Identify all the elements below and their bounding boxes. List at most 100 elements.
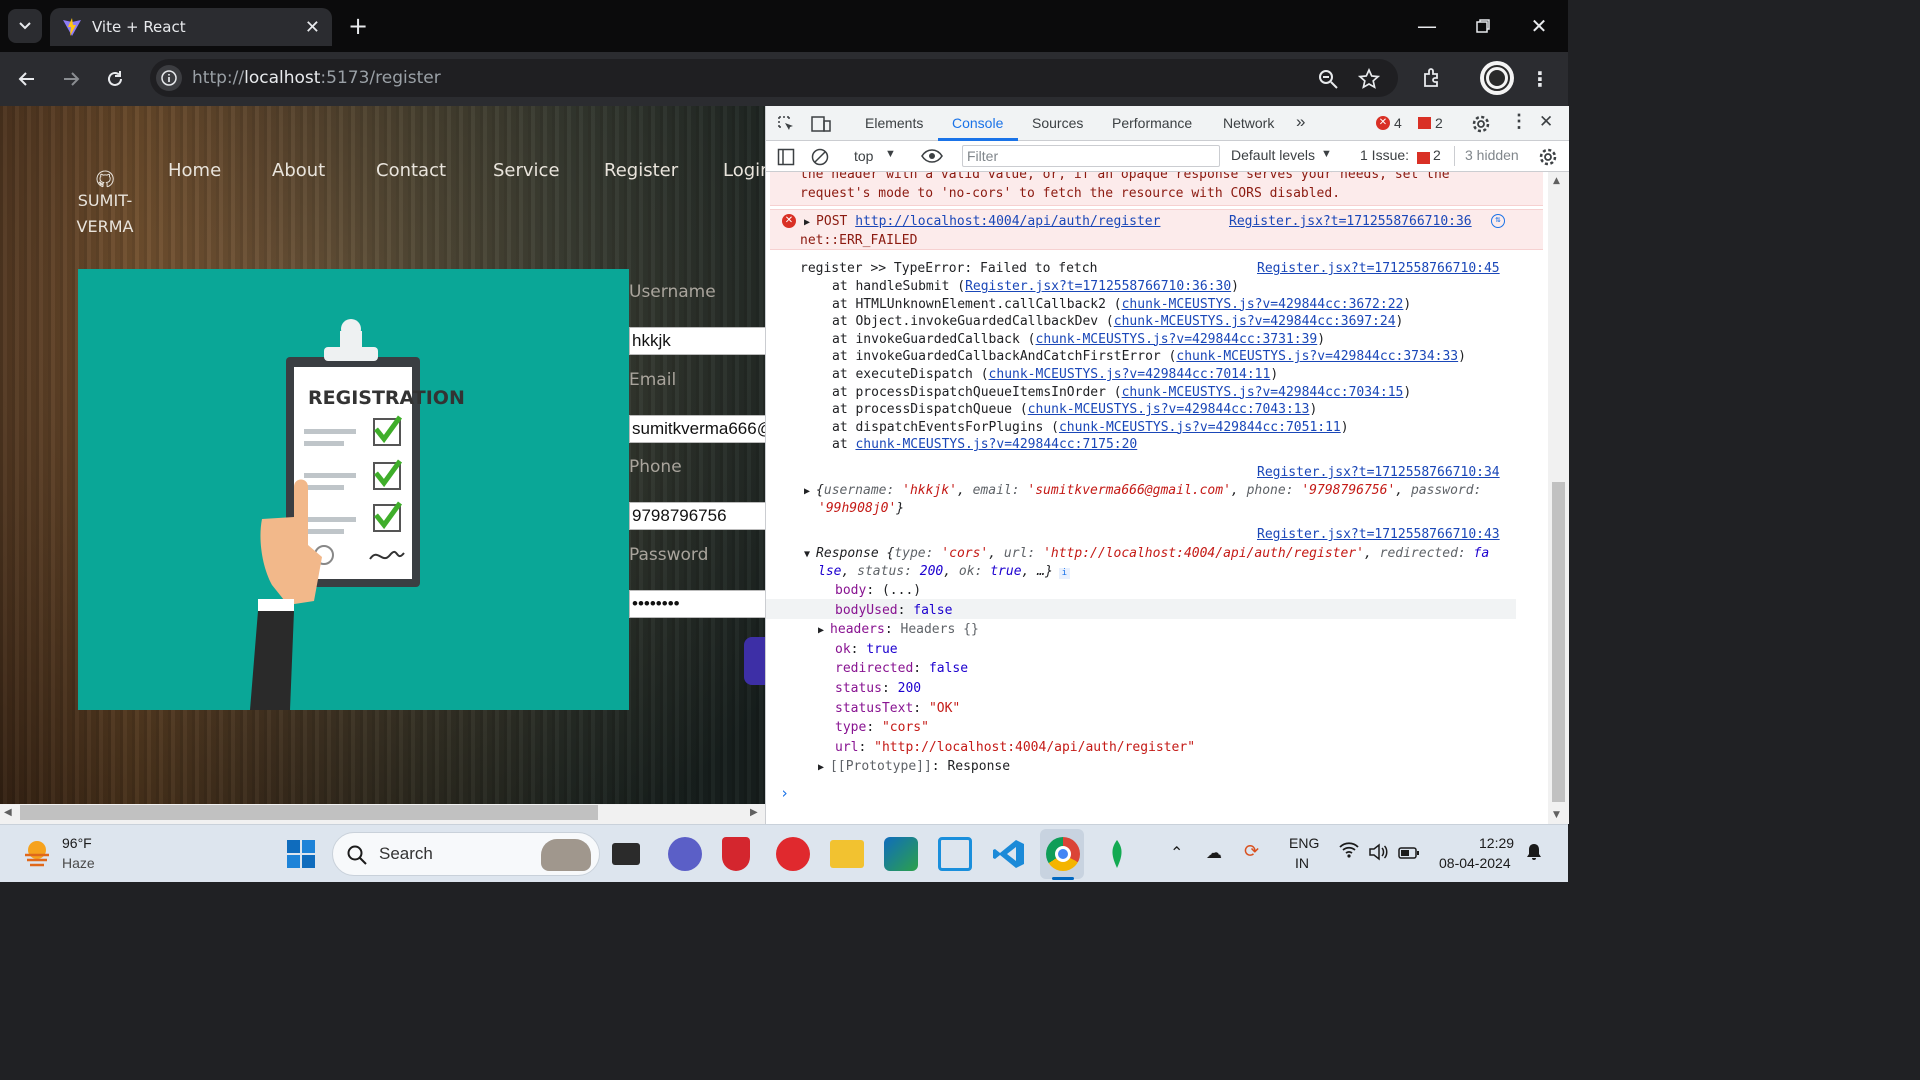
stack-frame-link[interactable]: chunk-MCEUSTYS.js?v=429844cc:3731:39 [1036, 332, 1318, 347]
response-source-link[interactable]: Register.jsx?t=1712558766710:43 [1257, 527, 1500, 542]
object-source-link[interactable]: Register.jsx?t=1712558766710:34 [1257, 465, 1500, 480]
response-summary-line-1[interactable]: ▼ Response {type: 'cors', url: 'http://l… [804, 545, 1489, 563]
tab-close-icon[interactable]: ✕ [305, 17, 320, 38]
taskbar-search-box[interactable]: Search [332, 832, 600, 876]
scroll-up-icon[interactable]: ▲ [1553, 176, 1560, 186]
expand-triangle-icon[interactable]: ▶ [818, 762, 830, 773]
profile-avatar[interactable] [1480, 61, 1514, 95]
tab-elements[interactable]: Elements [865, 115, 923, 131]
mongodb-compass-icon[interactable] [1100, 837, 1134, 871]
weather-haze-icon[interactable] [22, 839, 52, 867]
expand-triangle-icon[interactable]: ▶ [804, 486, 816, 497]
restore-button[interactable] [1466, 12, 1500, 40]
response-property[interactable]: ▶ [[Prototype]]: Response [818, 758, 1010, 776]
notification-bell-icon[interactable] [1526, 843, 1542, 866]
register-submit-button[interactable] [744, 637, 765, 685]
register-source-link[interactable]: Register.jsx?t=1712558766710:45 [1257, 261, 1500, 276]
username-input[interactable]: hkkjk [629, 327, 765, 355]
close-window-button[interactable]: ✕ [1522, 12, 1556, 40]
console-settings-gear-icon[interactable] [1537, 146, 1559, 168]
response-property[interactable]: body: (...) [835, 582, 921, 599]
nav-home[interactable]: Home [168, 160, 221, 181]
minimize-button[interactable]: — [1410, 12, 1444, 40]
expand-triangle-icon[interactable]: ▶ [804, 217, 816, 228]
issues-label[interactable]: 1 Issue: [1360, 147, 1409, 163]
clear-console-icon[interactable] [810, 147, 830, 167]
info-icon[interactable]: i [1058, 568, 1070, 579]
stack-frame-link[interactable]: chunk-MCEUSTYS.js?v=429844cc:7043:13 [1028, 402, 1310, 417]
response-property[interactable]: ok: true [835, 641, 898, 658]
console-filter-input[interactable]: Filter [962, 145, 1220, 167]
response-property[interactable]: statusText: "OK" [835, 700, 960, 717]
response-property[interactable]: type: "cors" [835, 719, 929, 736]
weather-desc[interactable]: Haze [62, 855, 95, 871]
inspect-element-icon[interactable] [776, 114, 796, 134]
devtools-menu-icon[interactable]: ⋮ [1510, 111, 1528, 132]
context-select[interactable]: top [854, 148, 873, 164]
console-scroll-thumb[interactable] [1552, 482, 1565, 802]
clock-date[interactable]: 08-04-2024 [1439, 855, 1511, 871]
forward-button[interactable] [56, 64, 86, 94]
live-expression-eye-icon[interactable] [920, 146, 944, 166]
onedrive-cloud-icon[interactable]: ☁ [1206, 843, 1222, 863]
hidden-messages-count[interactable]: 3 hidden [1465, 147, 1519, 163]
post-url-link[interactable]: http://localhost:4004/api/auth/register [855, 214, 1160, 229]
microsoft-store-icon[interactable] [884, 837, 918, 871]
file-explorer-icon[interactable] [830, 840, 864, 868]
stack-frame-link[interactable]: chunk-MCEUSTYS.js?v=429844cc:7034:15 [1122, 385, 1404, 400]
stack-frame-link[interactable]: chunk-MCEUSTYS.js?v=429844cc:7014:11 [989, 367, 1271, 382]
response-property[interactable]: url: "http://localhost:4004/api/auth/reg… [835, 739, 1195, 756]
back-button[interactable] [12, 64, 42, 94]
tab-search-button[interactable] [8, 9, 42, 43]
address-bar[interactable]: http://localhost:5173/register [150, 59, 1398, 97]
error-count[interactable]: 4 [1394, 115, 1402, 131]
settings-gear-icon[interactable] [1470, 113, 1492, 135]
expand-triangle-icon[interactable]: ▶ [818, 625, 830, 636]
tray-overflow-chevron-icon[interactable]: ⌃ [1170, 843, 1183, 863]
tab-network[interactable]: Network [1223, 115, 1274, 131]
issues-badge-count[interactable]: 2 [1433, 147, 1441, 163]
vscode-icon[interactable] [992, 837, 1026, 871]
app-red-icon[interactable] [776, 837, 810, 871]
stack-frame-link[interactable]: chunk-MCEUSTYS.js?v=429844cc:3734:33 [1176, 349, 1458, 364]
teams-chat-icon[interactable] [668, 837, 702, 871]
nav-about[interactable]: About [272, 160, 325, 181]
nav-service[interactable]: Service [493, 160, 560, 181]
stack-frame-link[interactable]: chunk-MCEUSTYS.js?v=429844cc:3672:22 [1122, 297, 1404, 312]
site-info-icon[interactable] [156, 65, 182, 91]
close-devtools-icon[interactable]: ✕ [1539, 112, 1553, 132]
stack-frame-link[interactable]: chunk-MCEUSTYS.js?v=429844cc:3697:24 [1114, 314, 1396, 329]
log-levels-dropdown[interactable]: Default levels [1231, 147, 1315, 163]
weather-temp[interactable]: 96°F [62, 835, 92, 851]
nav-register[interactable]: Register [604, 160, 678, 181]
mcafee-icon[interactable] [722, 837, 750, 871]
volume-icon[interactable] [1368, 843, 1388, 866]
device-toolbar-icon[interactable] [810, 114, 832, 134]
email-input[interactable]: sumitkverma666@ [629, 415, 765, 443]
language-line-2[interactable]: IN [1295, 855, 1309, 871]
battery-icon[interactable] [1398, 846, 1420, 864]
start-windows-icon[interactable] [284, 837, 318, 871]
response-property[interactable]: redirected: false [835, 660, 968, 677]
response-property[interactable]: bodyUsed: false [835, 602, 952, 619]
task-view-icon[interactable] [612, 843, 640, 865]
response-property[interactable]: ▶ headers: Headers {} [818, 621, 979, 639]
language-line-1[interactable]: ENG [1289, 835, 1319, 851]
network-request-icon[interactable]: ⇅ [1491, 214, 1505, 228]
extensions-icon[interactable] [1418, 63, 1448, 93]
bookmark-star-icon[interactable] [1356, 66, 1382, 92]
console-vertical-scrollbar[interactable]: ▲ ▼ [1548, 172, 1569, 824]
tab-vite-react[interactable]: Vite + React ✕ [50, 8, 332, 46]
sync-icon[interactable]: ⟳ [1244, 841, 1259, 862]
issue-count[interactable]: 2 [1435, 115, 1443, 131]
new-tab-button[interactable]: + [344, 12, 372, 40]
site-logo[interactable]: SUMIT- VERMA [72, 164, 138, 240]
clock-time[interactable]: 12:29 [1479, 835, 1514, 851]
stack-frame-link[interactable]: chunk-MCEUSTYS.js?v=429844cc:7175:20 [855, 437, 1137, 452]
nav-login[interactable]: Login [723, 160, 765, 181]
logged-object-line-1[interactable]: ▶ {username: 'hkkjk', email: 'sumitkverm… [804, 482, 1489, 500]
more-tabs-icon[interactable]: » [1296, 112, 1305, 132]
tab-console[interactable]: Console [952, 115, 1003, 131]
response-property[interactable]: status: 200 [835, 680, 921, 697]
scroll-down-icon[interactable]: ▼ [1553, 810, 1560, 820]
